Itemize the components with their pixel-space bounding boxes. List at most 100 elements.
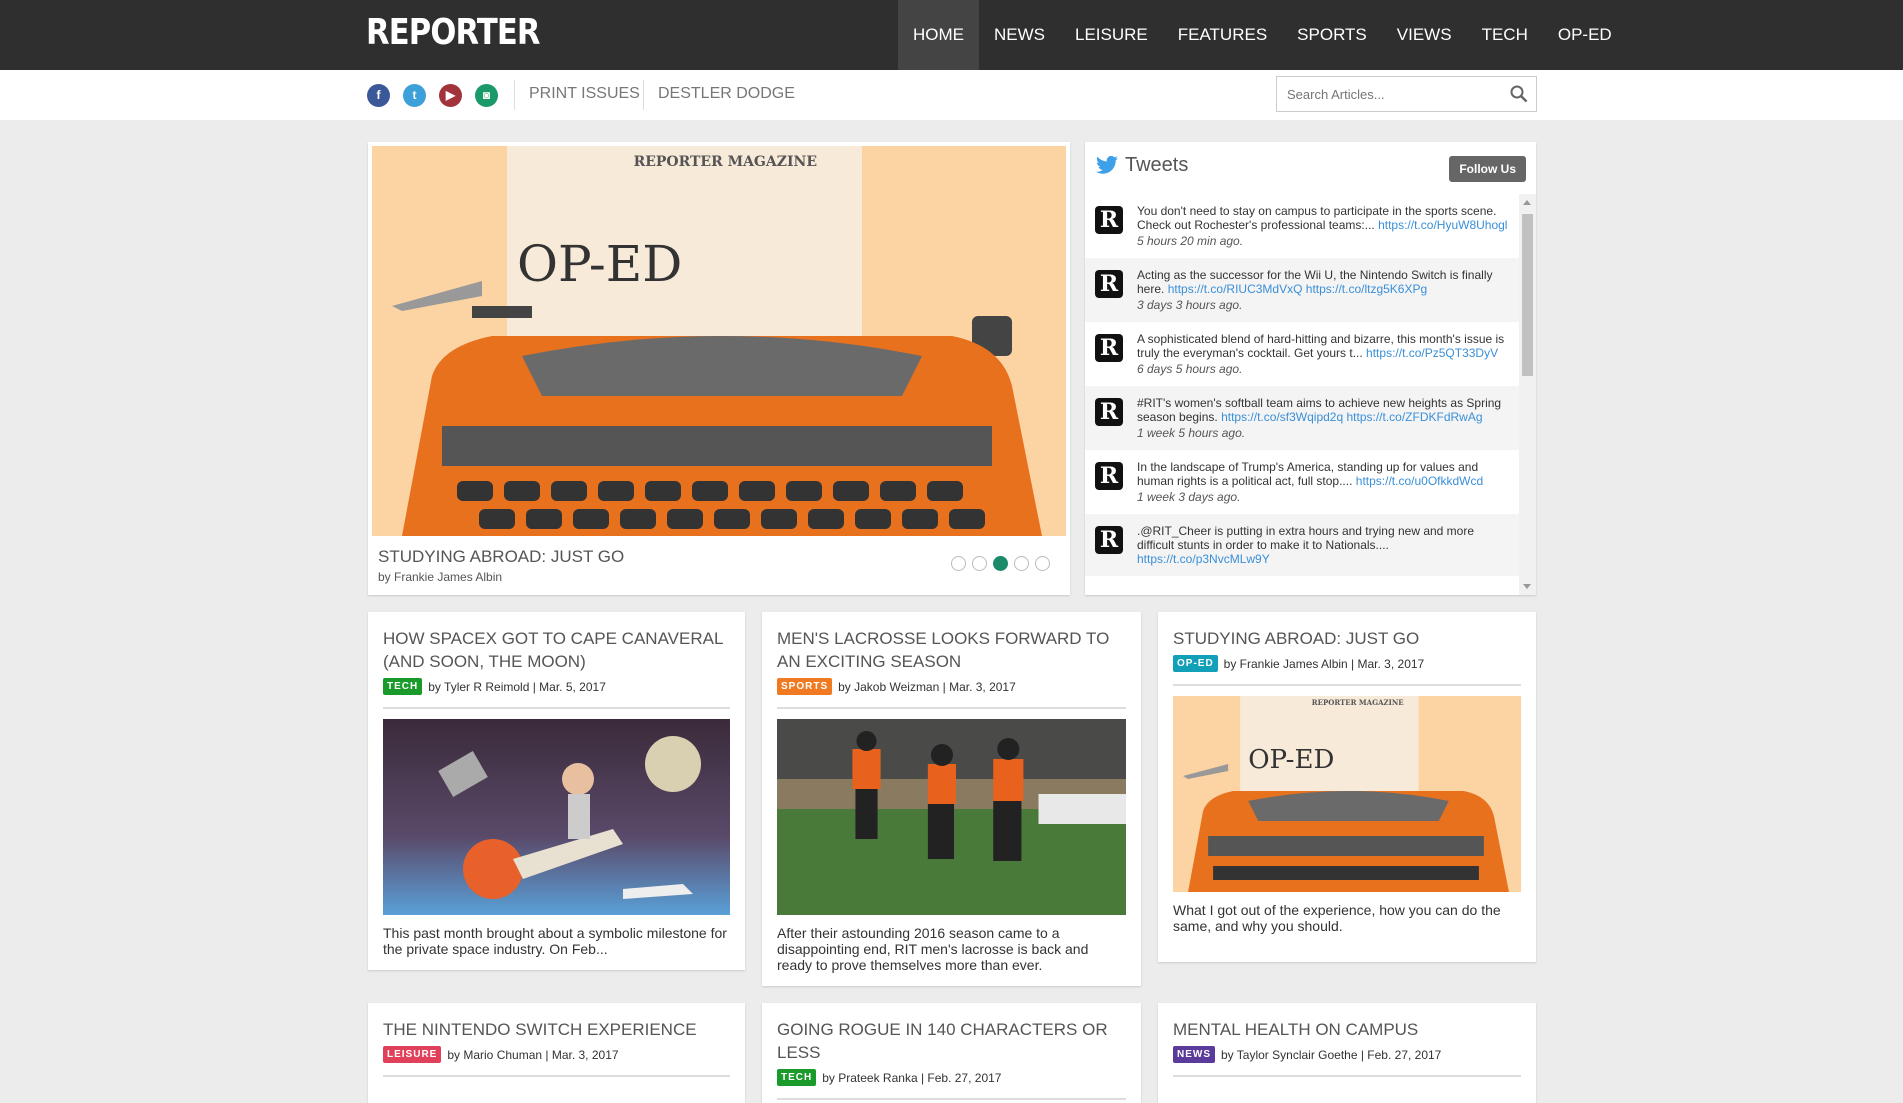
svg-text:REPORTER MAGAZINE: REPORTER MAGAZINE: [634, 154, 817, 170]
slider-dot[interactable]: [972, 556, 987, 571]
article-image[interactable]: REPORTER MAGAZINE OP-ED: [1173, 696, 1521, 892]
slider-image[interactable]: REPORTER MAGAZINE OP-ED: [372, 146, 1066, 536]
featured-slider: REPORTER MAGAZINE OP-ED STUDYING ABROAD:…: [368, 142, 1070, 595]
svg-text:OP-ED: OP-ED: [1248, 745, 1334, 775]
divider: [514, 80, 515, 110]
facebook-icon[interactable]: f: [367, 84, 390, 107]
article-byline: by Prateek Ranka | Feb. 27, 2017: [822, 1070, 1002, 1085]
destler-dodge-link[interactable]: DESTLER DODGE: [658, 85, 795, 103]
article-image[interactable]: [777, 719, 1126, 915]
article-card: STUDYING ABROAD: JUST GO OP-ED by Frankie …: [1158, 612, 1536, 962]
tweets-widget: Tweets Follow Us R You don't need to stay…: [1085, 142, 1536, 595]
tweet-link[interactable]: https://t.co/u0OfkkdWcd: [1356, 474, 1483, 488]
twitter-icon[interactable]: t: [403, 84, 426, 107]
category-badge[interactable]: LEISURE: [383, 1046, 442, 1063]
article-byline: by Tyler R Reimold | Mar. 5, 2017: [428, 679, 606, 694]
article-card: GOING ROGUE IN 140 CHARACTERS OR LESS TEC…: [762, 1003, 1141, 1103]
instagram-icon[interactable]: ◙: [475, 84, 498, 107]
sub-bar: [0, 70, 1903, 120]
twitter-bird-icon: [1096, 155, 1118, 174]
tweet-scrollbar[interactable]: [1519, 194, 1536, 595]
slider-dots: [951, 556, 1050, 571]
top-navbar: REPORTER HOME NEWS LEISURE FEATURES SPORTS VI…: [0, 0, 1903, 70]
nav-tech[interactable]: TECH: [1467, 0, 1543, 70]
article-title[interactable]: MENTAL HEALTH ON CAMPUS: [1173, 1018, 1521, 1041]
article-meta: TECH by Tyler R Reimold | Mar. 5, 2017: [383, 678, 730, 709]
tweets-title: Tweets: [1125, 154, 1189, 176]
tweet-item: R .@RIT_Cheer is putting in extra hours a…: [1085, 514, 1519, 576]
tweet-link[interactable]: https://t.co/HyuW8Uhogl: [1378, 218, 1507, 232]
nav-views[interactable]: VIEWS: [1382, 0, 1467, 70]
article-meta: NEWS by Taylor Synclair Goethe | Feb. 27,…: [1173, 1046, 1521, 1077]
print-issues-link[interactable]: PRINT ISSUES: [529, 85, 640, 103]
typewriter-illustration: REPORTER MAGAZINE OP-ED: [372, 146, 1066, 536]
article-card: MEN'S LACROSSE LOOKS FORWARD TO AN EXCIT…: [762, 612, 1141, 986]
article-card: HOW SPACEX GOT TO CAPE CANAVERAL (AND SO…: [368, 612, 745, 970]
tweet-link[interactable]: https://t.co/RIUC3MdVxQ: [1168, 282, 1303, 296]
main-nav: HOME NEWS LEISURE FEATURES SPORTS VIEWS TECH OP…: [898, 0, 1627, 70]
tweet-item: R Acting as the successor for the Wii U, …: [1085, 258, 1519, 322]
category-badge[interactable]: OP-ED: [1173, 655, 1218, 672]
tweet-item: R In the landscape of Trump's America, st…: [1085, 450, 1519, 514]
search-icon[interactable]: [1510, 85, 1528, 103]
reporter-avatar: R: [1095, 206, 1123, 234]
reporter-avatar: R: [1095, 526, 1123, 554]
tweet-link[interactable]: https://t.co/p3NvcMLw9Y: [1137, 552, 1270, 566]
tweet-time: 5 hours 20 min ago.: [1137, 234, 1244, 248]
article-excerpt: What I got out of the experience, how yo…: [1173, 902, 1501, 934]
article-byline: by Mario Chuman | Mar. 3, 2017: [447, 1047, 619, 1062]
site-logo[interactable]: REPORTER: [366, 12, 540, 53]
tweet-time: 6 days 5 hours ago.: [1137, 362, 1243, 376]
article-image[interactable]: [383, 719, 730, 915]
reporter-avatar: R: [1095, 398, 1123, 426]
search-input[interactable]: [1277, 77, 1492, 111]
nav-leisure[interactable]: LEISURE: [1060, 0, 1163, 70]
follow-us-button[interactable]: Follow Us: [1449, 156, 1526, 182]
tweet-link[interactable]: https://t.co/sf3Wqipd2q: [1221, 410, 1343, 424]
category-badge[interactable]: TECH: [777, 1069, 817, 1086]
tweet-list: R You don't need to stay on campus to par…: [1085, 194, 1519, 595]
article-title[interactable]: GOING ROGUE IN 140 CHARACTERS OR LESS: [777, 1018, 1126, 1064]
article-meta: LEISURE by Mario Chuman | Mar. 3, 2017: [383, 1046, 730, 1077]
article-title[interactable]: THE NINTENDO SWITCH EXPERIENCE: [383, 1018, 730, 1041]
divider: [643, 80, 644, 110]
nav-news[interactable]: NEWS: [979, 0, 1060, 70]
nav-op-ed[interactable]: OP-ED: [1543, 0, 1627, 70]
nav-home[interactable]: HOME: [898, 0, 979, 70]
slider-dot[interactable]: [951, 556, 966, 571]
tweets-header: Tweets: [1095, 154, 1188, 177]
tweet-item: R You don't need to stay on campus to par…: [1085, 194, 1519, 258]
article-excerpt: This past month brought about a symbolic…: [383, 925, 727, 957]
youtube-icon[interactable]: ▶: [439, 84, 462, 107]
article-byline: by Jakob Weizman | Mar. 3, 2017: [838, 679, 1016, 694]
svg-text:OP-ED: OP-ED: [517, 235, 682, 293]
slider-dot[interactable]: [1014, 556, 1029, 571]
tweet-link[interactable]: https://t.co/ltzg5K6XPg: [1306, 282, 1427, 296]
slider-byline: by Frankie James Albin: [378, 570, 503, 584]
tweet-item: RA sophisticated blend of hard-hitting a…: [1085, 322, 1519, 386]
tweet-text: .@RIT_Cheer is putting in extra hours an…: [1137, 524, 1475, 552]
tweet-item: R #RIT's women's softball team aims to ac…: [1085, 386, 1519, 450]
tweet-link[interactable]: https://t.co/ZFDKFdRwAg: [1346, 410, 1482, 424]
search-box: [1276, 76, 1537, 112]
tweet-time: 3 days 3 hours ago.: [1137, 298, 1243, 312]
article-title[interactable]: HOW SPACEX GOT TO CAPE CANAVERAL (AND SO…: [383, 627, 730, 673]
category-badge[interactable]: NEWS: [1173, 1046, 1215, 1063]
reporter-avatar: R: [1095, 462, 1123, 490]
article-meta: SPORTS by Jakob Weizman | Mar. 3, 2017: [777, 678, 1126, 709]
article-meta: TECH by Prateek Ranka | Feb. 27, 2017: [777, 1069, 1126, 1100]
article-card: MENTAL HEALTH ON CAMPUS NEWS by Taylor Syn…: [1158, 1003, 1536, 1103]
nav-sports[interactable]: SPORTS: [1282, 0, 1382, 70]
tweet-link[interactable]: https://t.co/Pz5QT33DyV: [1366, 346, 1498, 360]
category-badge[interactable]: SPORTS: [777, 678, 833, 695]
category-badge[interactable]: TECH: [383, 678, 423, 695]
article-excerpt: After their astounding 2016 season came …: [777, 925, 1089, 973]
article-title[interactable]: STUDYING ABROAD: JUST GO: [1173, 627, 1521, 650]
slider-dot[interactable]: [993, 556, 1008, 571]
article-title[interactable]: MEN'S LACROSSE LOOKS FORWARD TO AN EXCIT…: [777, 627, 1126, 673]
nav-features[interactable]: FEATURES: [1163, 0, 1282, 70]
article-card: THE NINTENDO SWITCH EXPERIENCE LEISURE by …: [368, 1003, 745, 1103]
slider-dot[interactable]: [1035, 556, 1050, 571]
slider-title[interactable]: STUDYING ABROAD: JUST GO: [378, 547, 624, 567]
tweet-time: 1 week 5 hours ago.: [1137, 426, 1246, 440]
